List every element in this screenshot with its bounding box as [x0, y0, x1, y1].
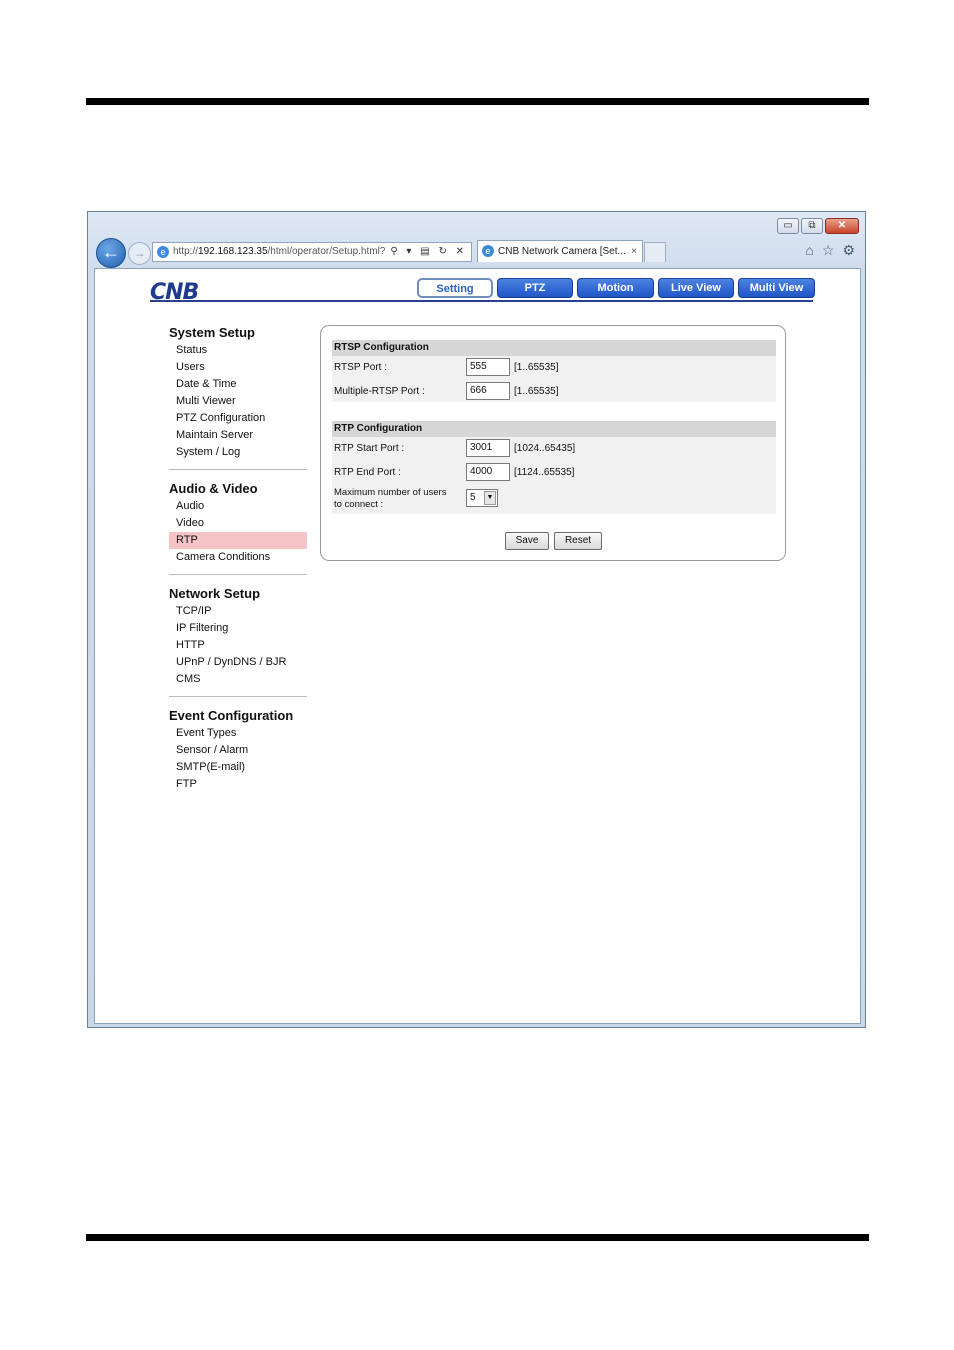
sidebar-section-system-setup: System Setup Status Users Date & Time Mu… [169, 324, 307, 470]
address-bar[interactable]: e http://192.168.123.35/html/operator/Se… [152, 242, 472, 262]
gear-icon[interactable]: ⚙ [842, 242, 855, 259]
rtsp-config-heading: RTSP Configuration [332, 340, 776, 356]
bottom-rule [86, 1234, 869, 1241]
rtsp-port-range: [1..65535] [514, 362, 559, 373]
sidebar-section-audio-video: Audio & Video Audio Video RTP Camera Con… [169, 480, 307, 575]
sidebar-item-rtp[interactable]: RTP [169, 532, 307, 549]
sidebar-divider [169, 469, 307, 470]
max-users-select[interactable]: 5 ▼ [466, 489, 498, 507]
rtsp-port-label: RTSP Port : [334, 362, 387, 373]
sidebar-item-ftp[interactable]: FTP [169, 776, 307, 793]
sidebar-item-tcp-ip[interactable]: TCP/IP [169, 603, 307, 620]
sidebar-item-ip-filtering[interactable]: IP Filtering [169, 620, 307, 637]
top-rule [86, 98, 869, 105]
sidebar-section-network-setup: Network Setup TCP/IP IP Filtering HTTP U… [169, 585, 307, 697]
sidebar-item-system-log[interactable]: System / Log [169, 444, 307, 461]
sidebar-item-sensor-alarm[interactable]: Sensor / Alarm [169, 742, 307, 759]
address-tools[interactable]: ⚲ ▾ ▤ ↻ ✕ [390, 243, 467, 261]
max-users-label-line2: to connect : [334, 499, 384, 510]
address-host: 192.168.123.35 [198, 246, 268, 257]
forward-arrow-icon[interactable]: → [128, 242, 151, 265]
ie-page-icon: e [157, 246, 169, 258]
reset-button[interactable]: Reset [554, 532, 602, 550]
page-content: CNB Setting PTZ Motion Live View Multi V… [94, 268, 861, 1024]
tab-close-icon[interactable]: × [631, 241, 637, 262]
rtp-settings-panel: RTSP Configuration RTSP Port : 555 [1..6… [320, 325, 786, 561]
sidebar-item-maintain-server[interactable]: Maintain Server [169, 427, 307, 444]
rtp-end-port-range: [1124..65535] [514, 467, 575, 478]
chevron-down-icon[interactable]: ▼ [484, 491, 496, 505]
multi-rtsp-port-range: [1..65535] [514, 386, 559, 397]
save-button[interactable]: Save [505, 532, 549, 550]
close-button[interactable]: ✕ [825, 218, 859, 234]
header-divider [150, 300, 813, 302]
ie-tab-icon: e [482, 245, 494, 257]
tab-live-view[interactable]: Live View [658, 278, 734, 298]
browser-toolbar: ⌂ ☆ ⚙ [805, 242, 855, 259]
rtp-config-body: RTP Start Port : 3001 [1024..65435] RTP … [332, 437, 776, 514]
tab-title: CNB Network Camera [Set... [498, 246, 626, 257]
address-prefix: http:// [173, 246, 199, 257]
sidebar-item-users[interactable]: Users [169, 359, 307, 376]
sidebar-divider [169, 574, 307, 575]
sidebar-item-status[interactable]: Status [169, 342, 307, 359]
sidebar-title-event-configuration: Event Configuration [169, 708, 294, 723]
sidebar-item-video[interactable]: Video [169, 515, 307, 532]
sidebar-item-smtp-email[interactable]: SMTP(E-mail) [169, 759, 307, 776]
sidebar-item-camera-conditions[interactable]: Camera Conditions [169, 549, 307, 566]
rtsp-config-body: RTSP Port : 555 [1..65535] Multiple-RTSP… [332, 356, 776, 402]
rtp-end-port-input[interactable]: 4000 [466, 463, 510, 481]
tab-multi-view[interactable]: Multi View [738, 278, 815, 298]
main-nav-tabs: Setting PTZ Motion Live View Multi View [417, 278, 815, 298]
multi-rtsp-port-input[interactable]: 666 [466, 382, 510, 400]
max-users-label: Maximum number of users to connect : [334, 487, 446, 511]
sidebar-item-ptz-configuration[interactable]: PTZ Configuration [169, 410, 307, 427]
max-users-value: 5 [470, 492, 476, 503]
new-tab-button[interactable] [644, 242, 666, 262]
sidebar-title-audio-video: Audio & Video [169, 481, 258, 496]
back-arrow-icon[interactable]: ← [96, 238, 126, 268]
star-icon[interactable]: ☆ [822, 242, 835, 259]
sidebar-item-multi-viewer[interactable]: Multi Viewer [169, 393, 307, 410]
address-path: /html/operator/Setup.html? [267, 246, 386, 257]
rtsp-port-input[interactable]: 555 [466, 358, 510, 376]
sidebar-item-http[interactable]: HTTP [169, 637, 307, 654]
max-users-label-line1: Maximum number of users [334, 487, 447, 498]
window-controls: ▭ ⧉ ✕ [777, 218, 859, 234]
sidebar-section-event-configuration: Event Configuration Event Types Sensor /… [169, 707, 307, 793]
rtp-start-port-range: [1024..65435] [514, 443, 576, 454]
multi-rtsp-port-label: Multiple-RTSP Port : [334, 386, 425, 397]
rtp-config-heading: RTP Configuration [332, 421, 776, 437]
browser-window: ▭ ⧉ ✕ ← → e http://192.168.123.35/html/o… [87, 211, 866, 1028]
sidebar-item-date-time[interactable]: Date & Time [169, 376, 307, 393]
rtp-start-port-label: RTP Start Port : [334, 443, 405, 454]
restore-button[interactable]: ⧉ [801, 218, 823, 234]
sidebar-item-upnp-dyndns-bjr[interactable]: UPnP / DynDNS / BJR [169, 654, 307, 671]
rtp-end-port-label: RTP End Port : [334, 467, 401, 478]
rtp-start-port-input[interactable]: 3001 [466, 439, 510, 457]
tab-motion[interactable]: Motion [577, 278, 654, 298]
tab-ptz[interactable]: PTZ [497, 278, 573, 298]
tab-cnb-camera[interactable]: e CNB Network Camera [Set... × [477, 240, 643, 262]
sidebar-title-system-setup: System Setup [169, 325, 255, 340]
home-icon[interactable]: ⌂ [805, 242, 813, 259]
sidebar-item-audio[interactable]: Audio [169, 498, 307, 515]
sidebar-item-cms[interactable]: CMS [169, 671, 307, 688]
tab-setting[interactable]: Setting [417, 278, 493, 298]
sidebar-divider [169, 696, 307, 697]
minimize-button[interactable]: ▭ [777, 218, 799, 234]
sidebar-title-network-setup: Network Setup [169, 586, 261, 601]
sidebar-item-event-types[interactable]: Event Types [169, 725, 307, 742]
settings-sidebar: System Setup Status Users Date & Time Mu… [169, 324, 307, 801]
